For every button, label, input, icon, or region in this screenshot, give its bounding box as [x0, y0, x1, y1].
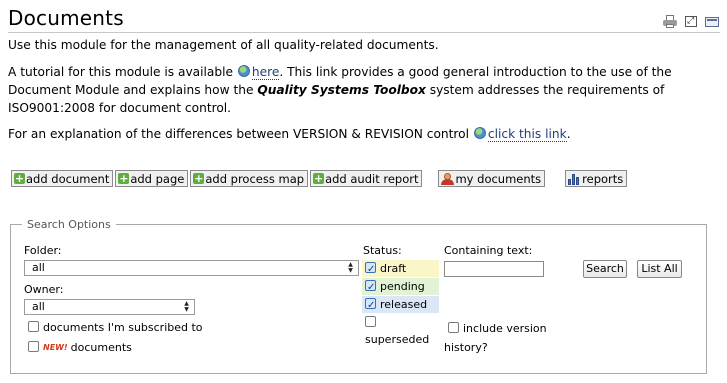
bar-chart-icon [568, 173, 581, 185]
new-badge: NEW! [43, 343, 68, 352]
status-pending-checkbox[interactable] [365, 279, 376, 296]
owner-select[interactable]: all ▲ ▼ [24, 299, 195, 315]
page-title: Documents [8, 6, 124, 30]
search-options-legend: Search Options [22, 218, 116, 231]
page-tools: ⤢ [663, 15, 719, 28]
subscribed-option[interactable]: documents I'm subscribed to [28, 321, 203, 334]
plus-icon: + [193, 172, 205, 185]
subscribed-checkbox[interactable] [28, 321, 39, 332]
tutorial-paragraph: A tutorial for this module is available … [8, 65, 672, 115]
status-released-option[interactable]: released [362, 296, 439, 314]
include-version-checkbox[interactable] [448, 322, 459, 333]
status-released-checkbox[interactable] [365, 297, 376, 314]
add-document-button[interactable]: + add document [11, 170, 114, 187]
containing-text-label: Containing text: [444, 244, 533, 257]
list-all-button[interactable]: List All [637, 260, 682, 278]
version-revision-link[interactable]: click this link [487, 127, 567, 142]
add-page-button[interactable]: + add page [115, 170, 189, 187]
folder-label: Folder: [24, 244, 62, 257]
user-icon [441, 172, 455, 185]
product-name: Quality Systems Toolbox [257, 83, 426, 97]
history-label: history? [444, 341, 488, 354]
plus-icon: + [14, 172, 25, 185]
new-documents-checkbox[interactable] [28, 341, 39, 352]
tutorial-link[interactable]: here [251, 65, 280, 80]
owner-label: Owner: [24, 283, 64, 296]
select-arrows-icon: ▲ ▼ [184, 300, 189, 313]
title-divider [8, 32, 720, 33]
select-arrows-icon: ▲ ▼ [348, 261, 353, 274]
search-options-panel: Search Options Folder: all ▲ ▼ Owner: all… [10, 218, 707, 374]
search-button[interactable]: Search [583, 260, 627, 278]
containing-text-input[interactable] [444, 261, 544, 277]
status-draft-option[interactable]: draft [362, 260, 439, 278]
reports-button[interactable]: reports [565, 170, 628, 187]
plus-icon: + [313, 172, 325, 185]
folder-select[interactable]: all ▲ ▼ [24, 260, 359, 276]
status-pending-option[interactable]: pending [362, 278, 439, 296]
plus-icon: + [118, 172, 130, 185]
action-toolbar: + add document + add page + add process map… [11, 170, 629, 187]
module-description: Use this module for the management of al… [8, 38, 439, 52]
version-paragraph: For an explanation of the differences be… [8, 127, 571, 142]
add-process-map-button[interactable]: + add process map [190, 170, 309, 187]
add-audit-report-button[interactable]: + add audit report [310, 170, 423, 187]
include-version-option[interactable]: include version [448, 322, 547, 335]
globe-icon [237, 65, 250, 77]
status-superseded-option[interactable]: superseded [362, 314, 439, 346]
globe-icon [473, 127, 486, 139]
status-superseded-checkbox[interactable] [365, 316, 376, 327]
status-draft-checkbox[interactable] [365, 261, 376, 278]
my-documents-button[interactable]: my documents [438, 170, 546, 187]
printer-icon[interactable] [663, 15, 677, 28]
email-icon[interactable] [705, 15, 719, 28]
status-label: Status: [363, 244, 402, 257]
new-documents-option[interactable]: NEW! documents [28, 341, 132, 354]
expand-icon[interactable]: ⤢ [684, 15, 698, 28]
